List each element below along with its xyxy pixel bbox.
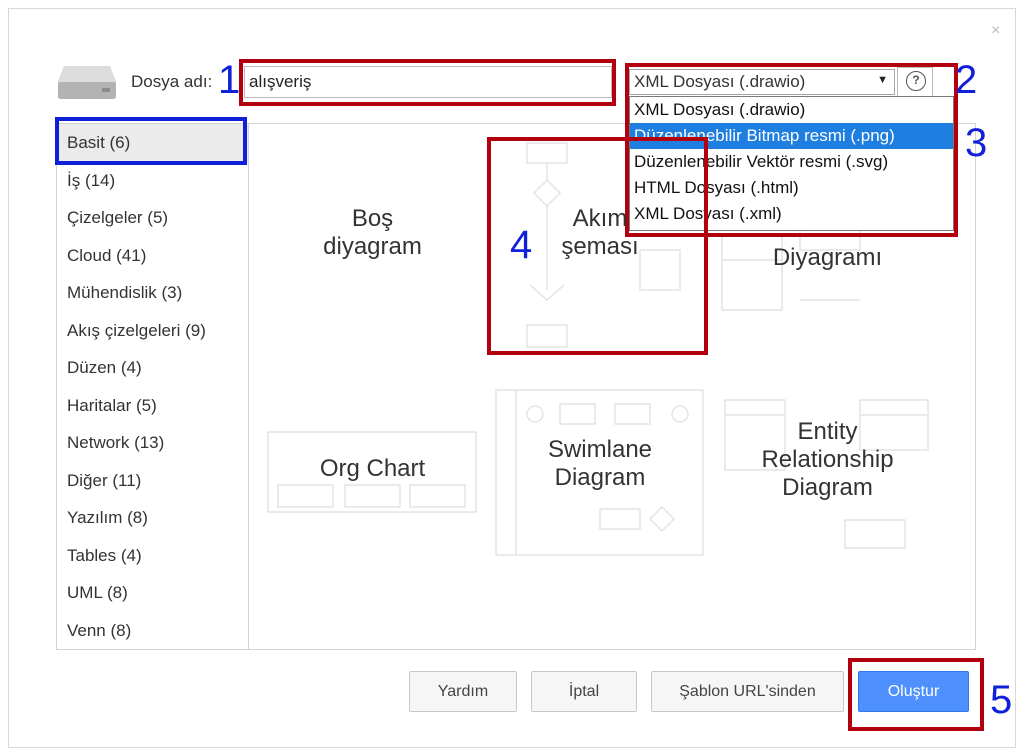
category-sidebar: Basit (6) İş (14) Çizelgeler (5) Cloud (…	[56, 123, 249, 650]
annotation-number-3: 3	[965, 121, 988, 165]
annotation-number-5: 5	[990, 678, 1013, 722]
annotation-box-category	[55, 117, 247, 165]
annotation-box-filename	[239, 59, 616, 106]
category-muhendislik[interactable]: Mühendislik (3)	[57, 274, 248, 312]
category-haritalar[interactable]: Haritalar (5)	[57, 387, 248, 425]
template-class-label: Diyagramı	[772, 244, 883, 271]
template-org-chart[interactable]: Org Chart	[280, 455, 465, 483]
drive-icon	[58, 66, 116, 99]
template-er-line3: Diagram	[782, 474, 873, 501]
template-flowchart-line1: Akım	[572, 205, 628, 232]
category-is[interactable]: İş (14)	[57, 162, 248, 200]
close-icon[interactable]: ×	[991, 22, 1000, 40]
template-class-diagram[interactable]: Diyagramı	[730, 244, 925, 272]
category-cloud[interactable]: Cloud (41)	[57, 237, 248, 275]
template-blank-line1: Boş	[351, 205, 394, 232]
template-org-label: Org Chart	[319, 455, 426, 482]
category-uml[interactable]: UML (8)	[57, 574, 248, 612]
annotation-number-4: 4	[510, 223, 533, 267]
annotation-number-2: 2	[955, 58, 978, 102]
category-venn[interactable]: Venn (8)	[57, 612, 248, 650]
category-cizelgeler[interactable]: Çizelgeler (5)	[57, 199, 248, 237]
category-akis-cizelgeleri[interactable]: Akış çizelgeleri (9)	[57, 312, 248, 350]
category-network[interactable]: Network (13)	[57, 424, 248, 462]
filename-label: Dosya adı:	[131, 72, 213, 91]
category-tables[interactable]: Tables (4)	[57, 537, 248, 575]
template-blank[interactable]: Boş diyagram	[300, 205, 445, 261]
annotation-number-1: 1	[218, 58, 241, 102]
template-swimlane-line2: Diagram	[554, 464, 646, 491]
help-text-button[interactable]: Yardım	[409, 671, 517, 712]
template-er-line1: Entity	[797, 418, 858, 445]
template-er-line2: Relationship	[761, 446, 894, 473]
category-yazilim[interactable]: Yazılım (8)	[57, 499, 248, 537]
template-blank-line2: diyagram	[323, 233, 422, 260]
template-swimlane[interactable]: Swimlane Diagram	[510, 436, 690, 492]
cancel-button[interactable]: İptal	[531, 671, 637, 712]
category-duzen[interactable]: Düzen (4)	[57, 349, 248, 387]
template-flowchart-line2: şeması	[561, 233, 639, 260]
template-swimlane-line1: Swimlane	[547, 436, 653, 463]
template-er[interactable]: Entity Relationship Diagram	[735, 418, 920, 502]
template-url-button[interactable]: Şablon URL'sinden	[651, 671, 844, 712]
template-flowchart[interactable]: Akım şeması	[550, 205, 650, 261]
annotation-box-create	[848, 658, 984, 731]
category-diger[interactable]: Diğer (11)	[57, 462, 248, 500]
